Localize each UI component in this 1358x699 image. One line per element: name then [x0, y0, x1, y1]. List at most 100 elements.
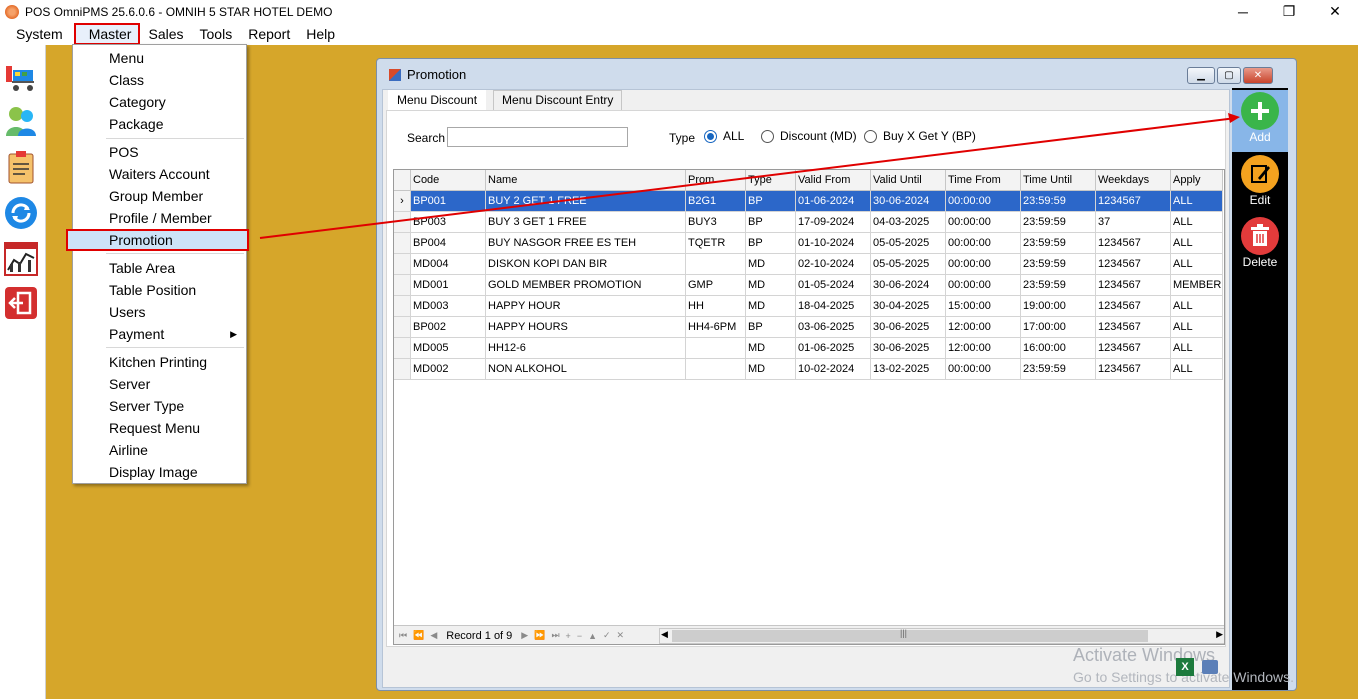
- cell-time-from[interactable]: 00:00:00: [946, 359, 1021, 380]
- clipboard-icon[interactable]: [3, 149, 39, 185]
- menu-item-category[interactable]: Category: [74, 91, 245, 113]
- radio-all[interactable]: ALL: [704, 129, 744, 143]
- cell-weekdays[interactable]: 1234567: [1096, 275, 1171, 296]
- menu-item-pos[interactable]: POS: [74, 141, 245, 163]
- cell-valid-until[interactable]: 30-06-2024: [871, 275, 946, 296]
- row-selector[interactable]: [394, 296, 411, 317]
- cell-weekdays[interactable]: 1234567: [1096, 233, 1171, 254]
- table-row[interactable]: MD002 NON ALKOHOL MD 10-02-2024 13-02-2025 00…: [394, 359, 1223, 380]
- cell-name[interactable]: BUY NASGOR FREE ES TEH: [486, 233, 686, 254]
- horizontal-scrollbar[interactable]: ◀ ||| ▶: [659, 628, 1224, 644]
- menu-item-table-area[interactable]: Table Area: [74, 257, 245, 279]
- window-close-button[interactable]: ✕: [1243, 67, 1273, 84]
- cell-time-until[interactable]: 23:59:59: [1021, 191, 1096, 212]
- cell-apply[interactable]: ALL: [1171, 317, 1223, 338]
- first-record-icon[interactable]: ⏮: [399, 630, 407, 641]
- menu-item-server-type[interactable]: Server Type: [74, 395, 245, 417]
- cell-time-from[interactable]: 12:00:00: [946, 338, 1021, 359]
- cell-apply[interactable]: ALL: [1171, 212, 1223, 233]
- search-input[interactable]: [447, 127, 628, 147]
- header-type[interactable]: Type: [746, 170, 796, 191]
- close-button[interactable]: ✕: [1312, 0, 1358, 23]
- header-name[interactable]: Name: [486, 170, 686, 191]
- tab-menu-discount-entry[interactable]: Menu Discount Entry: [493, 90, 623, 110]
- cell-name[interactable]: DISKON KOPI DAN BIR: [486, 254, 686, 275]
- cell-apply[interactable]: MEMBER: [1171, 275, 1223, 296]
- cell-type[interactable]: BP: [746, 212, 796, 233]
- cell-code[interactable]: MD003: [411, 296, 486, 317]
- add-button[interactable]: Add: [1232, 90, 1288, 152]
- cell-time-from[interactable]: 12:00:00: [946, 317, 1021, 338]
- cell-prom[interactable]: GMP: [686, 275, 746, 296]
- cell-valid-until[interactable]: 04-03-2025: [871, 212, 946, 233]
- cell-time-until[interactable]: 16:00:00: [1021, 338, 1096, 359]
- cell-weekdays[interactable]: 1234567: [1096, 296, 1171, 317]
- menu-report[interactable]: Report: [240, 23, 298, 45]
- menu-item-menu[interactable]: Menu: [74, 47, 245, 69]
- cell-apply[interactable]: ALL: [1171, 338, 1223, 359]
- restore-button[interactable]: ❐: [1266, 0, 1312, 23]
- next-page-icon[interactable]: ⏩: [534, 630, 545, 641]
- cell-time-until[interactable]: 23:59:59: [1021, 212, 1096, 233]
- prev-record-icon[interactable]: ◀: [430, 630, 437, 641]
- cell-time-from[interactable]: 15:00:00: [946, 296, 1021, 317]
- menu-item-display-image[interactable]: Display Image: [74, 461, 245, 483]
- cell-weekdays[interactable]: 1234567: [1096, 359, 1171, 380]
- shopping-cart-icon[interactable]: [3, 59, 39, 95]
- prev-page-icon[interactable]: ⏪: [413, 630, 424, 641]
- minimize-button[interactable]: ─: [1220, 0, 1266, 23]
- cell-prom[interactable]: TQETR: [686, 233, 746, 254]
- cell-code[interactable]: MD005: [411, 338, 486, 359]
- cell-type[interactable]: MD: [746, 296, 796, 317]
- cell-time-from[interactable]: 00:00:00: [946, 233, 1021, 254]
- cell-name[interactable]: NON ALKOHOL: [486, 359, 686, 380]
- cell-valid-from[interactable]: 18-04-2025: [796, 296, 871, 317]
- table-row[interactable]: BP004 BUY NASGOR FREE ES TEH TQETR BP 01-10-…: [394, 233, 1223, 254]
- cell-name[interactable]: BUY 3 GET 1 FREE: [486, 212, 686, 233]
- menu-item-server[interactable]: Server: [74, 373, 245, 395]
- cell-type[interactable]: BP: [746, 233, 796, 254]
- menu-item-request-menu[interactable]: Request Menu: [74, 417, 245, 439]
- cell-valid-from[interactable]: 01-06-2025: [796, 338, 871, 359]
- delete-button[interactable]: Delete: [1232, 215, 1288, 277]
- header-time-until[interactable]: Time Until: [1021, 170, 1096, 191]
- cell-type[interactable]: MD: [746, 275, 796, 296]
- cell-prom[interactable]: BUY3: [686, 212, 746, 233]
- scroll-right-icon[interactable]: ▶: [1216, 629, 1223, 640]
- users-icon[interactable]: [3, 103, 39, 139]
- tab-menu-discount[interactable]: Menu Discount: [388, 90, 487, 112]
- cell-weekdays[interactable]: 1234567: [1096, 338, 1171, 359]
- cancel-icon[interactable]: ✕: [617, 630, 625, 641]
- window-maximize-button[interactable]: ▢: [1217, 67, 1241, 84]
- header-valid-from[interactable]: Valid From: [796, 170, 871, 191]
- table-row[interactable]: BP002 HAPPY HOURS HH4-6PM BP 03-06-2025 30-06…: [394, 317, 1223, 338]
- menu-tools[interactable]: Tools: [192, 23, 241, 45]
- header-weekdays[interactable]: Weekdays: [1096, 170, 1171, 191]
- move-up-icon[interactable]: ▲: [588, 631, 597, 641]
- cell-name[interactable]: HAPPY HOURS: [486, 317, 686, 338]
- cell-valid-until[interactable]: 30-06-2025: [871, 338, 946, 359]
- cell-valid-from[interactable]: 01-05-2024: [796, 275, 871, 296]
- row-selector[interactable]: [394, 359, 411, 380]
- menu-item-table-position[interactable]: Table Position: [74, 279, 245, 301]
- cell-name[interactable]: HAPPY HOUR: [486, 296, 686, 317]
- cell-name[interactable]: HH12-6: [486, 338, 686, 359]
- cell-time-until[interactable]: 19:00:00: [1021, 296, 1096, 317]
- cell-prom[interactable]: [686, 254, 746, 275]
- cell-code[interactable]: BP002: [411, 317, 486, 338]
- scrollbar-thumb[interactable]: |||: [672, 628, 1148, 642]
- cell-apply[interactable]: ALL: [1171, 191, 1223, 212]
- cell-valid-until[interactable]: 30-06-2025: [871, 317, 946, 338]
- cell-type[interactable]: BP: [746, 191, 796, 212]
- cell-prom[interactable]: [686, 338, 746, 359]
- table-row[interactable]: MD003 HAPPY HOUR HH MD 18-04-2025 30-04-2025 1…: [394, 296, 1223, 317]
- table-row[interactable]: MD004 DISKON KOPI DAN BIR MD 02-10-2024 05-0…: [394, 254, 1223, 275]
- header-code[interactable]: Code: [411, 170, 486, 191]
- cell-time-until[interactable]: 23:59:59: [1021, 233, 1096, 254]
- cell-type[interactable]: MD: [746, 254, 796, 275]
- cell-weekdays[interactable]: 1234567: [1096, 254, 1171, 275]
- menu-item-waiters-account[interactable]: Waiters Account: [74, 163, 245, 185]
- cell-code[interactable]: BP004: [411, 233, 486, 254]
- cell-time-from[interactable]: 00:00:00: [946, 275, 1021, 296]
- cell-valid-until[interactable]: 05-05-2025: [871, 254, 946, 275]
